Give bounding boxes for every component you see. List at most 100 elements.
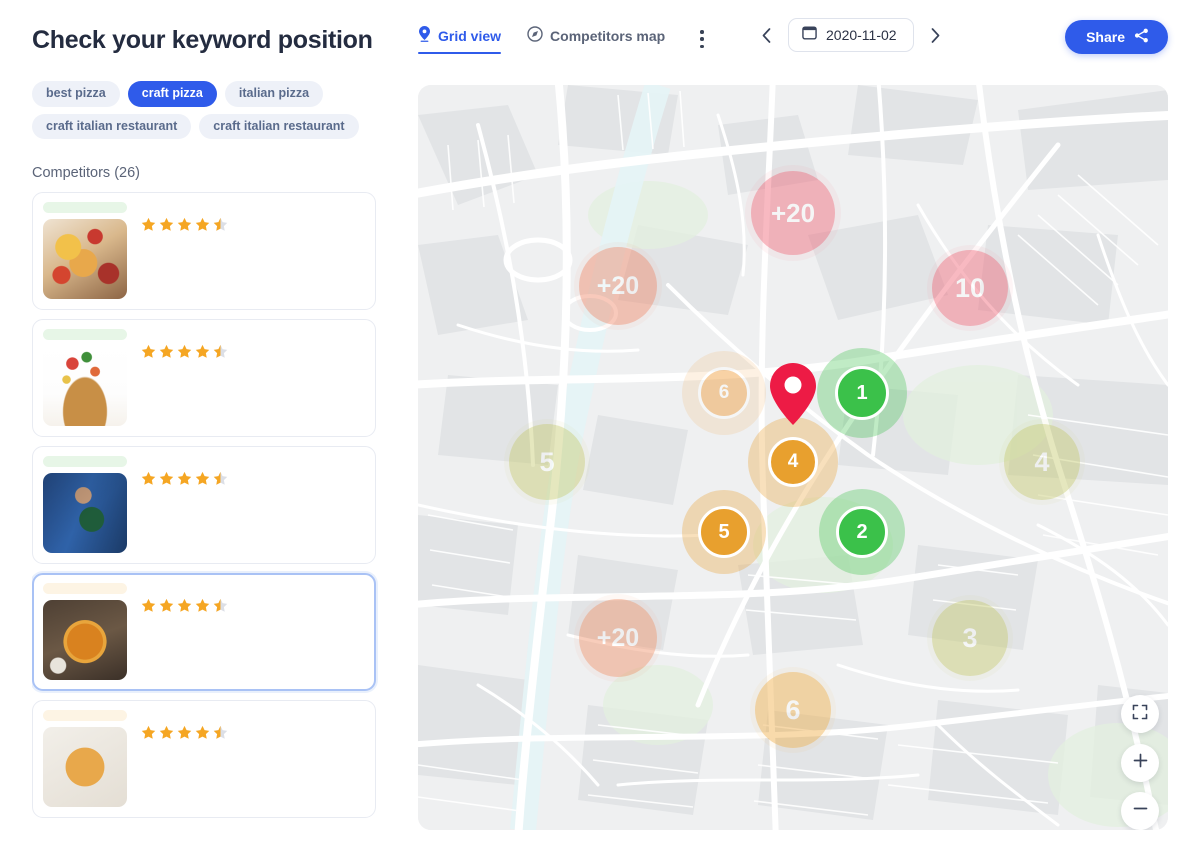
chevron-right-icon[interactable] xyxy=(926,21,946,49)
star-rating-icons xyxy=(141,471,228,486)
keyword-chip-label: best pizza xyxy=(46,86,106,100)
date-navigator: 2020-11-02 xyxy=(756,18,946,52)
marker-badge: 3 xyxy=(932,600,1008,676)
tab-grid-view-label: Grid view xyxy=(438,28,501,44)
position-badge xyxy=(43,202,127,213)
marker-label: 3 xyxy=(962,623,977,654)
marker-label: 4 xyxy=(788,451,799,473)
date-picker[interactable]: 2020-11-02 xyxy=(788,18,914,52)
star-rating-icons xyxy=(141,344,228,359)
keyword-chip[interactable]: craft pizza xyxy=(128,81,217,107)
keyword-chip[interactable]: craft italian restaurant xyxy=(32,114,191,140)
card-body xyxy=(127,456,365,553)
keyword-chip-label: craft italian restaurant xyxy=(213,119,344,133)
competitor-card[interactable] xyxy=(32,700,376,818)
position-badge xyxy=(43,329,127,340)
card-left-column xyxy=(43,583,127,680)
business-thumbnail xyxy=(43,473,127,553)
marker-badge: 4 xyxy=(1004,424,1080,500)
marker-badge: +20 xyxy=(579,599,657,677)
card-left-column xyxy=(43,202,127,299)
rating-row xyxy=(141,725,365,740)
map-canvas[interactable]: +20 +20 10 6 1 5 4 4 5 2 +20 3 6 xyxy=(418,85,1168,830)
marker-label: +20 xyxy=(597,624,639,653)
chevron-left-icon[interactable] xyxy=(756,21,776,49)
keyword-chip[interactable]: italian pizza xyxy=(225,81,323,107)
card-body xyxy=(127,329,365,426)
marker-label: 5 xyxy=(539,447,554,478)
compass-icon xyxy=(527,26,543,45)
star-rating-icons xyxy=(141,598,228,613)
card-body xyxy=(127,710,365,807)
expand-icon xyxy=(1132,704,1148,725)
business-thumbnail xyxy=(43,346,127,426)
marker-badge: 10 xyxy=(932,250,1008,326)
marker-label: 6 xyxy=(785,695,800,726)
rating-row xyxy=(141,344,365,359)
marker-badge: 4 xyxy=(768,437,818,487)
position-badge xyxy=(43,710,127,721)
page-title: Check your keyword position xyxy=(32,26,410,55)
more-vertical-icon[interactable] xyxy=(690,28,714,50)
star-rating-icons xyxy=(141,725,228,740)
share-icon xyxy=(1134,28,1149,46)
location-pin-icon[interactable] xyxy=(770,363,816,430)
competitor-card[interactable] xyxy=(32,192,376,310)
position-badge xyxy=(43,583,127,594)
view-tabs: Grid view Competitors map xyxy=(418,26,665,54)
calendar-icon xyxy=(802,25,817,45)
tab-grid-view[interactable]: Grid view xyxy=(418,26,501,54)
share-button[interactable]: Share xyxy=(1065,20,1168,54)
share-button-label: Share xyxy=(1086,29,1125,45)
rating-row xyxy=(141,598,365,613)
star-rating-icons xyxy=(141,217,228,232)
competitors-heading: Competitors (26) xyxy=(32,165,410,181)
business-thumbnail xyxy=(43,219,127,299)
competitor-card[interactable] xyxy=(32,446,376,564)
card-body xyxy=(127,583,365,680)
marker-label: 10 xyxy=(955,273,985,304)
position-badge xyxy=(43,456,127,467)
competitor-card[interactable] xyxy=(32,319,376,437)
map-pin-icon xyxy=(418,26,431,45)
left-panel: Check your keyword position best pizza cr… xyxy=(0,0,410,868)
competitor-card[interactable] xyxy=(32,573,376,691)
keyword-chip[interactable]: craft italian restaurant xyxy=(199,114,358,140)
card-left-column xyxy=(43,329,127,426)
tab-competitors-map[interactable]: Competitors map xyxy=(527,26,665,54)
business-thumbnail xyxy=(43,727,127,807)
marker-badge: +20 xyxy=(579,247,657,325)
marker-label: +20 xyxy=(771,198,815,229)
marker-label: 4 xyxy=(1034,447,1049,478)
keyword-chip-label: craft pizza xyxy=(142,86,203,100)
marker-label: 6 xyxy=(719,382,730,404)
fullscreen-button[interactable] xyxy=(1121,695,1159,733)
marker-badge: 2 xyxy=(836,506,888,558)
tab-competitors-map-label: Competitors map xyxy=(550,28,665,44)
toolbar: Grid view Competitors map 2020-11-02 Sha… xyxy=(418,26,1168,72)
marker-label: 2 xyxy=(856,521,867,544)
marker-label: 1 xyxy=(856,382,867,405)
rating-row xyxy=(141,217,365,232)
competitors-list[interactable] xyxy=(32,192,380,822)
marker-badge: 5 xyxy=(698,506,750,558)
keyword-chip-list: best pizza craft pizza italian pizza craft … xyxy=(32,81,377,139)
marker-badge: +20 xyxy=(751,171,835,255)
zoom-out-button[interactable] xyxy=(1121,792,1159,830)
card-left-column xyxy=(43,456,127,553)
marker-label: 5 xyxy=(718,521,729,544)
marker-label: +20 xyxy=(597,272,639,301)
keyword-chip-label: craft italian restaurant xyxy=(46,119,177,133)
keyword-chip-label: italian pizza xyxy=(239,86,309,100)
card-left-column xyxy=(43,710,127,807)
business-thumbnail xyxy=(43,600,127,680)
zoom-in-button[interactable] xyxy=(1121,744,1159,782)
marker-badge: 6 xyxy=(755,672,831,748)
marker-badge: 1 xyxy=(835,366,889,420)
date-value: 2020-11-02 xyxy=(826,27,897,43)
keyword-chip[interactable]: best pizza xyxy=(32,81,120,107)
card-body xyxy=(127,202,365,299)
marker-badge: 6 xyxy=(698,367,750,419)
plus-icon xyxy=(1132,752,1149,774)
marker-badge: 5 xyxy=(509,424,585,500)
